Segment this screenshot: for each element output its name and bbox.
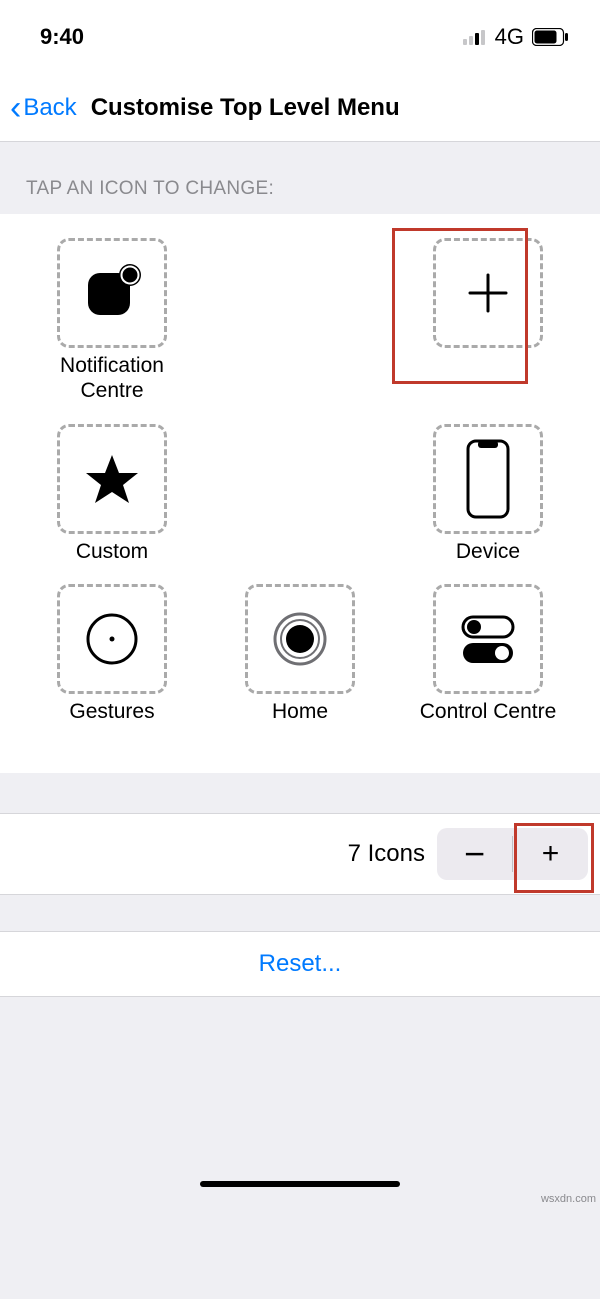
slot-empty-add[interactable] bbox=[408, 238, 568, 354]
stepper-minus-button[interactable]: − bbox=[437, 828, 512, 880]
reset-row: Reset... bbox=[0, 931, 600, 997]
page-title: Customise Top Level Menu bbox=[91, 94, 400, 122]
home-indicator[interactable] bbox=[200, 1181, 400, 1187]
slot-control-centre[interactable]: Control Centre bbox=[408, 584, 568, 725]
home-button-icon bbox=[271, 610, 329, 668]
watermark: wsxdn.com bbox=[541, 1193, 596, 1205]
plus-icon bbox=[466, 271, 510, 315]
slot-home[interactable]: Home bbox=[220, 584, 380, 725]
section-header: TAP AN ICON TO CHANGE: bbox=[0, 142, 600, 214]
chevron-left-icon: ‹ bbox=[10, 91, 21, 125]
network-label: 4G bbox=[495, 24, 524, 50]
plus-icon: + bbox=[542, 839, 560, 869]
slot-custom[interactable]: Custom bbox=[32, 424, 192, 565]
reset-button[interactable]: Reset... bbox=[259, 950, 342, 977]
control-centre-icon bbox=[457, 611, 519, 667]
grid-row-2: Custom Device bbox=[20, 424, 580, 565]
status-time: 9:40 bbox=[40, 24, 84, 50]
nav-bar: ‹ Back Customise Top Level Menu bbox=[0, 74, 600, 142]
grid-row-3: Gestures Home Control Centr bbox=[20, 584, 580, 725]
back-button[interactable]: ‹ Back bbox=[10, 91, 77, 125]
device-phone-icon bbox=[464, 439, 512, 519]
status-bar: 9:40 4G bbox=[0, 0, 600, 74]
signal-icon bbox=[463, 29, 487, 45]
stepper-plus-button[interactable]: + bbox=[513, 828, 588, 880]
minus-icon: − bbox=[464, 836, 485, 872]
slot-label: Control Centre bbox=[420, 700, 557, 725]
status-right: 4G bbox=[463, 24, 568, 50]
slot-gestures[interactable]: Gestures bbox=[32, 584, 192, 725]
slot-label: Custom bbox=[76, 540, 148, 565]
star-icon bbox=[84, 451, 140, 507]
slot-device[interactable]: Device bbox=[408, 424, 568, 565]
icon-stepper: − + bbox=[437, 828, 588, 880]
icon-grid-panel: Notification Centre Custom bbox=[0, 214, 600, 773]
slot-label: Gestures bbox=[69, 700, 154, 725]
back-label: Back bbox=[23, 94, 76, 122]
icon-count-label: 7 Icons bbox=[348, 840, 425, 868]
slot-notification[interactable]: Notification Centre bbox=[32, 238, 192, 404]
slot-label: Home bbox=[272, 700, 328, 725]
slot-label: Notification Centre bbox=[32, 354, 192, 404]
battery-icon bbox=[532, 28, 568, 46]
gestures-icon bbox=[80, 607, 144, 671]
notification-centre-icon bbox=[80, 261, 144, 325]
slot-label: Device bbox=[456, 540, 520, 565]
grid-row-1: Notification Centre bbox=[20, 238, 580, 404]
icon-count-row: 7 Icons − + bbox=[0, 813, 600, 895]
